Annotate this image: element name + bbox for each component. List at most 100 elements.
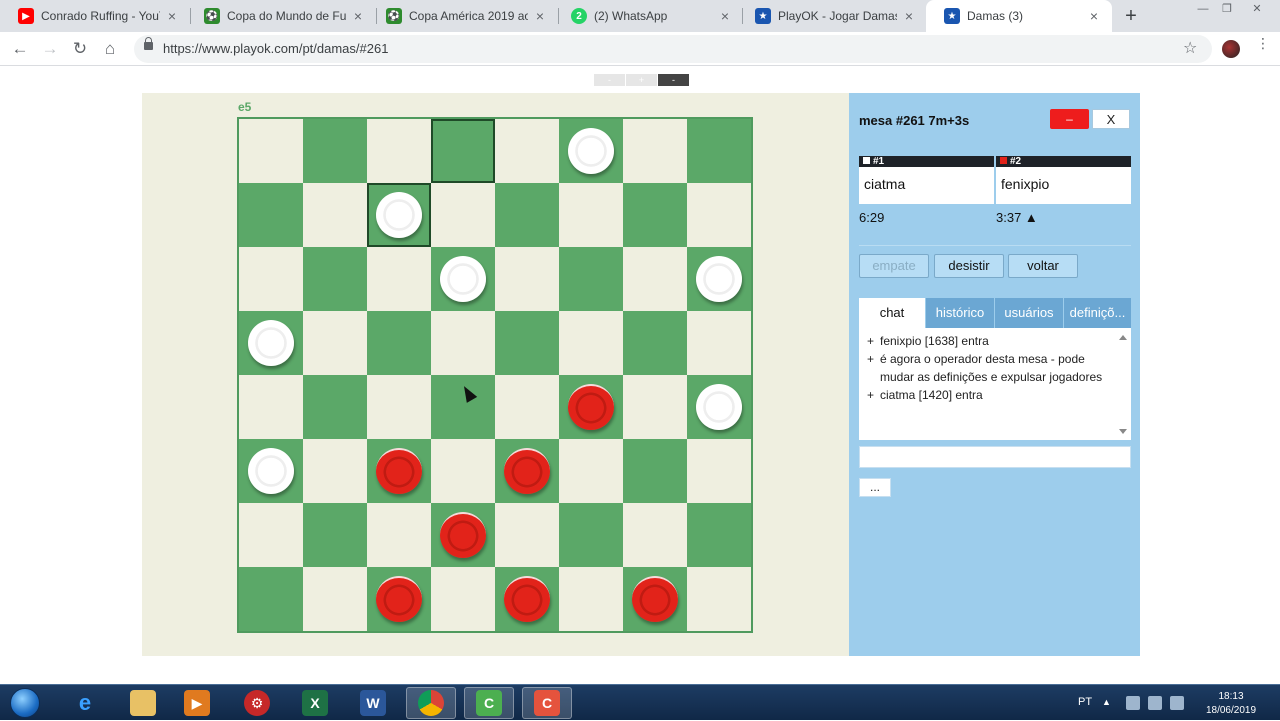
taskbar-internet-explorer[interactable]: e (60, 687, 110, 719)
board-size-large-button[interactable]: + (626, 74, 657, 86)
seat-1[interactable]: #1 ciatma (859, 156, 994, 204)
tab-history[interactable]: histórico (926, 298, 994, 328)
white-checker-piece[interactable] (568, 128, 614, 174)
browser-tab-whatsapp[interactable]: 2 (2) WhatsApp × (553, 0, 743, 32)
red-checker-piece[interactable] (376, 576, 422, 622)
tray-expand-icon[interactable]: ▲ (1102, 697, 1111, 707)
more-options-button[interactable]: ... (859, 478, 891, 497)
board-square[interactable] (623, 503, 687, 567)
board-square[interactable] (303, 311, 367, 375)
taskbar-word[interactable]: W (348, 687, 398, 719)
red-checker-piece[interactable] (504, 576, 550, 622)
tab-users[interactable]: usuários (995, 298, 1063, 328)
board-square[interactable] (687, 183, 751, 247)
close-icon[interactable]: × (532, 8, 548, 24)
undo-button[interactable]: voltar (1008, 254, 1078, 278)
board-square[interactable] (431, 183, 495, 247)
board-square[interactable] (239, 183, 303, 247)
home-icon[interactable]: ⌂ (98, 38, 122, 60)
white-checker-piece[interactable] (696, 384, 742, 430)
board-square[interactable] (239, 375, 303, 439)
tray-clock[interactable]: 18:13 18/06/2019 (1196, 690, 1266, 718)
forward-arrow-icon[interactable]: → (38, 38, 62, 60)
close-table-button[interactable]: X (1092, 109, 1130, 129)
taskbar-excel[interactable]: X (290, 687, 340, 719)
tray-volume-icon[interactable] (1170, 696, 1184, 710)
board-square[interactable] (367, 311, 431, 375)
scroll-down-arrow-icon[interactable] (1119, 429, 1127, 434)
browser-tab-youtube[interactable]: ▶ Conrado Ruffing - YouTube × (0, 0, 190, 32)
tab-chat[interactable]: chat (859, 298, 925, 328)
window-minimize-icon[interactable]: — (1190, 2, 1216, 16)
new-tab-button[interactable]: + (1120, 5, 1142, 27)
scroll-up-arrow-icon[interactable] (1119, 335, 1127, 340)
chat-log[interactable]: + fenixpio [1638] entra + é agora o operad… (859, 328, 1131, 440)
bookmark-star-icon[interactable]: ☆ (1183, 38, 1197, 58)
board-square[interactable] (623, 183, 687, 247)
taskbar-media-player[interactable]: ▶ (172, 687, 222, 719)
board-square[interactable] (367, 247, 431, 311)
red-checker-piece[interactable] (376, 448, 422, 494)
browser-tab-playok[interactable]: ★ PlayOK - Jogar Damas Online × (737, 0, 927, 32)
board-square[interactable] (559, 247, 623, 311)
board-square[interactable] (303, 439, 367, 503)
board-square[interactable] (623, 119, 687, 183)
board-square[interactable] (239, 247, 303, 311)
profile-avatar[interactable] (1222, 40, 1240, 58)
taskbar-app-red[interactable]: ⚙ (232, 687, 282, 719)
close-icon[interactable]: × (717, 8, 733, 24)
tray-app-icon[interactable] (1126, 696, 1140, 710)
taskbar-chrome[interactable] (406, 687, 456, 719)
seat-2[interactable]: #2 fenixpio (996, 156, 1131, 204)
board-square[interactable] (687, 119, 751, 183)
resign-button[interactable]: desistir (934, 254, 1004, 278)
board-size-reset-button[interactable]: - (658, 74, 689, 86)
checkers-board[interactable] (237, 117, 753, 633)
board-square[interactable] (431, 567, 495, 631)
white-checker-piece[interactable] (696, 256, 742, 302)
board-square[interactable] (687, 311, 751, 375)
board-square[interactable] (559, 567, 623, 631)
board-square[interactable] (367, 375, 431, 439)
board-square[interactable] (239, 503, 303, 567)
board-square[interactable] (431, 119, 495, 183)
window-restore-icon[interactable]: ❐ (1214, 2, 1240, 16)
back-arrow-icon[interactable]: ← (8, 38, 32, 60)
taskbar-camtasia-red[interactable]: C (522, 687, 572, 719)
menu-kebab-icon[interactable]: ⋮ (1256, 36, 1270, 50)
board-square[interactable] (303, 375, 367, 439)
board-square[interactable] (495, 311, 559, 375)
board-square[interactable] (495, 503, 559, 567)
board-square[interactable] (431, 311, 495, 375)
tab-settings[interactable]: definiçõ... (1064, 298, 1131, 328)
board-square[interactable] (623, 375, 687, 439)
window-close-icon[interactable]: ✕ (1244, 2, 1270, 16)
board-square[interactable] (623, 247, 687, 311)
board-square[interactable] (687, 439, 751, 503)
tray-network-icon[interactable] (1148, 696, 1162, 710)
minimize-table-button[interactable]: – (1050, 109, 1089, 129)
reload-icon[interactable]: ↻ (68, 38, 92, 60)
close-icon[interactable]: × (1086, 8, 1102, 24)
board-square[interactable] (367, 503, 431, 567)
board-square[interactable] (303, 247, 367, 311)
close-icon[interactable]: × (901, 8, 917, 24)
white-checker-piece[interactable] (440, 256, 486, 302)
board-square[interactable] (303, 183, 367, 247)
board-square[interactable] (495, 183, 559, 247)
board-square[interactable] (303, 119, 367, 183)
board-square[interactable] (559, 183, 623, 247)
board-square[interactable] (623, 311, 687, 375)
board-square[interactable] (559, 311, 623, 375)
board-square[interactable] (367, 119, 431, 183)
board-square[interactable] (495, 247, 559, 311)
red-checker-piece[interactable] (440, 512, 486, 558)
board-square[interactable] (687, 567, 751, 631)
white-checker-piece[interactable] (248, 320, 294, 366)
board-square[interactable] (303, 503, 367, 567)
browser-tab-copa-mundo[interactable]: ⚽ Copa do Mundo de Futebol × (186, 0, 376, 32)
white-checker-piece[interactable] (376, 192, 422, 238)
close-icon[interactable]: × (350, 8, 366, 24)
taskbar-camtasia-green[interactable]: C (464, 687, 514, 719)
board-square[interactable] (559, 503, 623, 567)
